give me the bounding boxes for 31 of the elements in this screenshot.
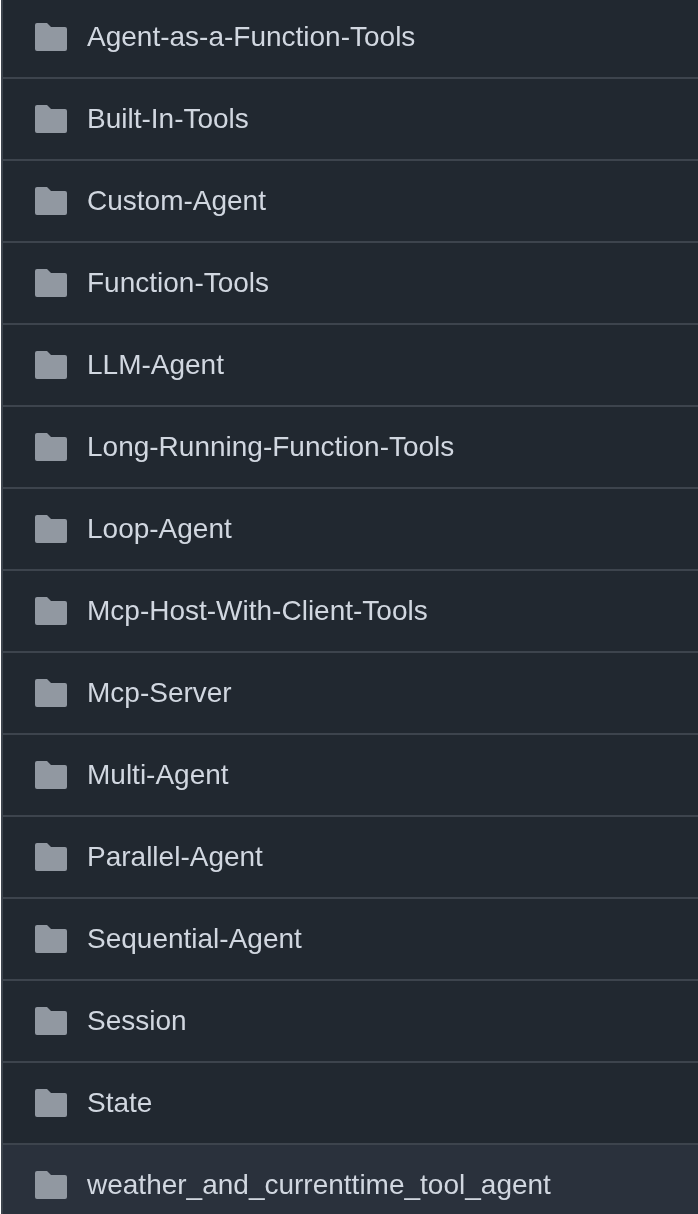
folder-name: Parallel-Agent bbox=[87, 840, 263, 874]
folder-icon bbox=[35, 597, 67, 625]
folder-icon bbox=[35, 433, 67, 461]
folder-name: Custom-Agent bbox=[87, 184, 266, 218]
folder-icon bbox=[35, 105, 67, 133]
folder-name: Mcp-Host-With-Client-Tools bbox=[87, 594, 428, 628]
folder-icon bbox=[35, 925, 67, 953]
folder-name: Function-Tools bbox=[87, 266, 270, 300]
folder-icon bbox=[35, 761, 67, 789]
folder-name: weather_and_currenttime_tool_agent bbox=[87, 1168, 551, 1202]
folder-name: Agent-as-a-Function-Tools bbox=[87, 20, 416, 54]
folder-name: Long-Running-Function-Tools bbox=[87, 430, 455, 464]
folder-icon bbox=[35, 269, 67, 297]
folder-name: Mcp-Server bbox=[87, 676, 232, 710]
folder-icon bbox=[35, 679, 67, 707]
folder-icon bbox=[35, 843, 67, 871]
folder-icon bbox=[35, 351, 67, 379]
folder-name: Multi-Agent bbox=[87, 758, 229, 792]
folder-row[interactable]: weather_and_currenttime_tool_agent bbox=[3, 1145, 698, 1214]
folder-name: State bbox=[87, 1086, 153, 1120]
folder-icon bbox=[35, 1089, 67, 1117]
folder-name: LLM-Agent bbox=[87, 348, 224, 382]
folder-name: Sequential-Agent bbox=[87, 922, 302, 956]
folder-name: Session bbox=[87, 1004, 187, 1038]
folder-icon bbox=[35, 23, 67, 51]
folder-icon bbox=[35, 1171, 67, 1199]
folder-name: Built-In-Tools bbox=[87, 102, 249, 136]
folder-icon bbox=[35, 187, 67, 215]
folder-name: Loop-Agent bbox=[87, 512, 232, 546]
folder-icon bbox=[35, 1007, 67, 1035]
folder-icon bbox=[35, 515, 67, 543]
